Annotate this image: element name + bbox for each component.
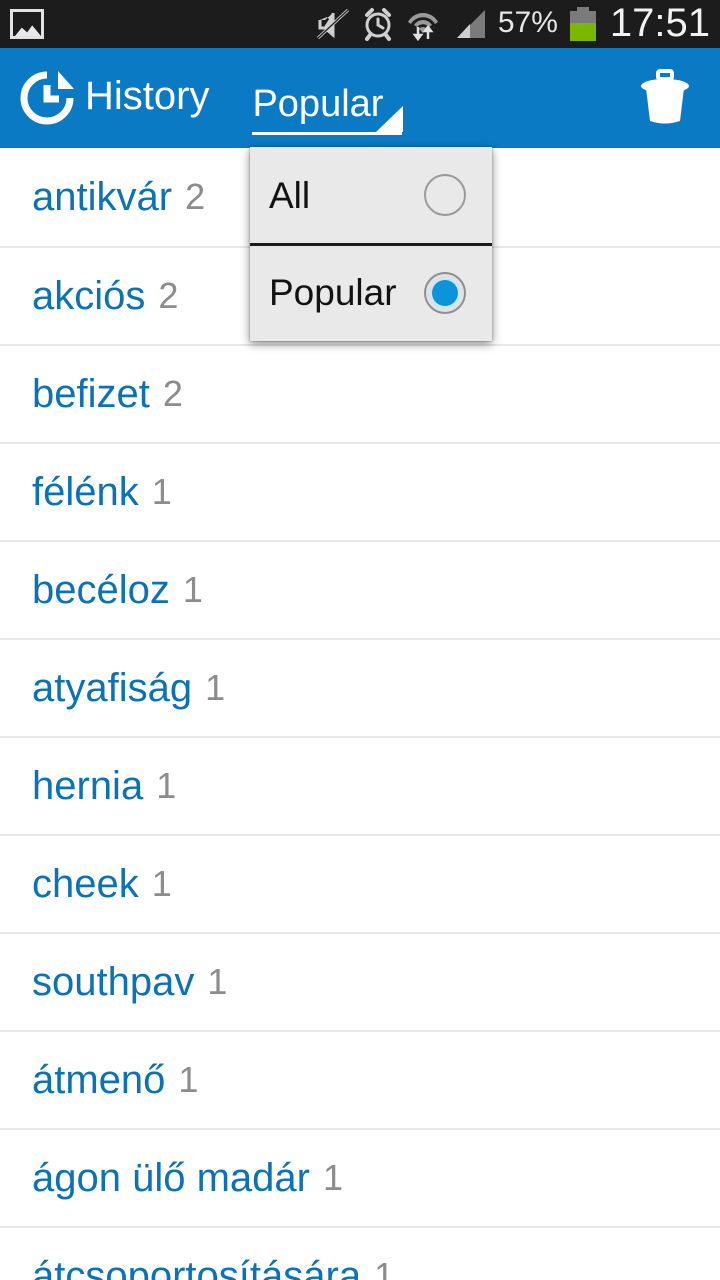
list-item[interactable]: félénk 1 bbox=[0, 442, 720, 540]
list-item-word: hernia bbox=[32, 764, 144, 808]
list-item-word: becéloz bbox=[32, 568, 170, 612]
clock-label: 17:51 bbox=[609, 0, 710, 45]
list-item-word: cheek bbox=[32, 862, 139, 906]
list-item-word: atyafiság bbox=[32, 666, 193, 710]
list-item[interactable]: becéloz 1 bbox=[0, 540, 720, 638]
list-item-word: antikvár bbox=[32, 175, 173, 219]
battery-icon bbox=[569, 7, 596, 41]
list-item-count: 1 bbox=[151, 863, 172, 904]
list-item-word: átcsoportosítására bbox=[32, 1254, 362, 1280]
list-item[interactable]: ágon ülő madár 1 bbox=[0, 1128, 720, 1226]
dropdown-option-label: All bbox=[269, 174, 311, 216]
app-bar: History Popular bbox=[0, 48, 720, 148]
list-item-count: 1 bbox=[374, 1255, 395, 1280]
list-item-word: akciós bbox=[32, 274, 146, 318]
list-item[interactable]: southpav 1 bbox=[0, 932, 720, 1030]
list-item-word: félénk bbox=[32, 470, 139, 514]
status-bar: 57% 17:51 bbox=[0, 0, 720, 48]
dropdown-caret-icon bbox=[376, 106, 404, 132]
battery-percent-label: 57% bbox=[497, 6, 558, 39]
app-root: 57% 17:51 History Popular antikvár 2 akc… bbox=[0, 0, 720, 1280]
signal-icon bbox=[456, 10, 485, 38]
status-bar-left bbox=[0, 9, 44, 39]
list-item-count: 1 bbox=[178, 1059, 199, 1100]
trash-icon bbox=[641, 69, 689, 124]
list-item[interactable]: befizet 2 bbox=[0, 344, 720, 442]
filter-dropdown-popup[interactable]: All Popular bbox=[250, 147, 492, 341]
dropdown-option-label: Popular bbox=[269, 272, 397, 313]
list-item-count: 1 bbox=[322, 1157, 343, 1198]
list-item-count: 2 bbox=[162, 373, 183, 414]
list-item-count: 1 bbox=[207, 961, 228, 1002]
list-item-word: befizet bbox=[32, 372, 150, 416]
list-item[interactable]: átcsoportosítására 1 bbox=[0, 1226, 720, 1280]
delete-button[interactable] bbox=[638, 68, 692, 128]
dropdown-option-all[interactable]: All bbox=[250, 147, 492, 243]
list-item-word: átmenő bbox=[32, 1058, 166, 1102]
list-item-count: 2 bbox=[158, 275, 179, 316]
status-bar-right: 57% 17:51 bbox=[316, 3, 720, 46]
gallery-icon bbox=[10, 9, 44, 39]
list-item-count: 1 bbox=[151, 471, 172, 512]
list-item[interactable]: cheek 1 bbox=[0, 834, 720, 932]
page-title: History bbox=[85, 74, 210, 118]
list-item-word: ágon ülő madár bbox=[32, 1156, 310, 1200]
list-item-count: 1 bbox=[182, 569, 203, 610]
list-item[interactable]: átmenő 1 bbox=[0, 1030, 720, 1128]
list-item-count: 1 bbox=[156, 765, 177, 806]
radio-button-selected-icon[interactable] bbox=[424, 271, 466, 314]
alarm-icon bbox=[364, 8, 391, 41]
filter-spinner[interactable]: Popular bbox=[252, 61, 404, 135]
history-icon[interactable] bbox=[18, 69, 76, 127]
list-item[interactable]: atyafiság 1 bbox=[0, 638, 720, 736]
list-item-count: 2 bbox=[185, 176, 206, 217]
mute-icon bbox=[316, 8, 349, 40]
filter-spinner-underline bbox=[252, 106, 404, 135]
list-item-word: southpav bbox=[32, 960, 195, 1004]
list-item[interactable]: hernia 1 bbox=[0, 736, 720, 834]
radio-button-unselected-icon[interactable] bbox=[424, 174, 466, 216]
wifi-data-icon bbox=[407, 13, 438, 41]
dropdown-option-popular[interactable]: Popular bbox=[250, 243, 492, 339]
list-item-count: 1 bbox=[205, 667, 226, 708]
